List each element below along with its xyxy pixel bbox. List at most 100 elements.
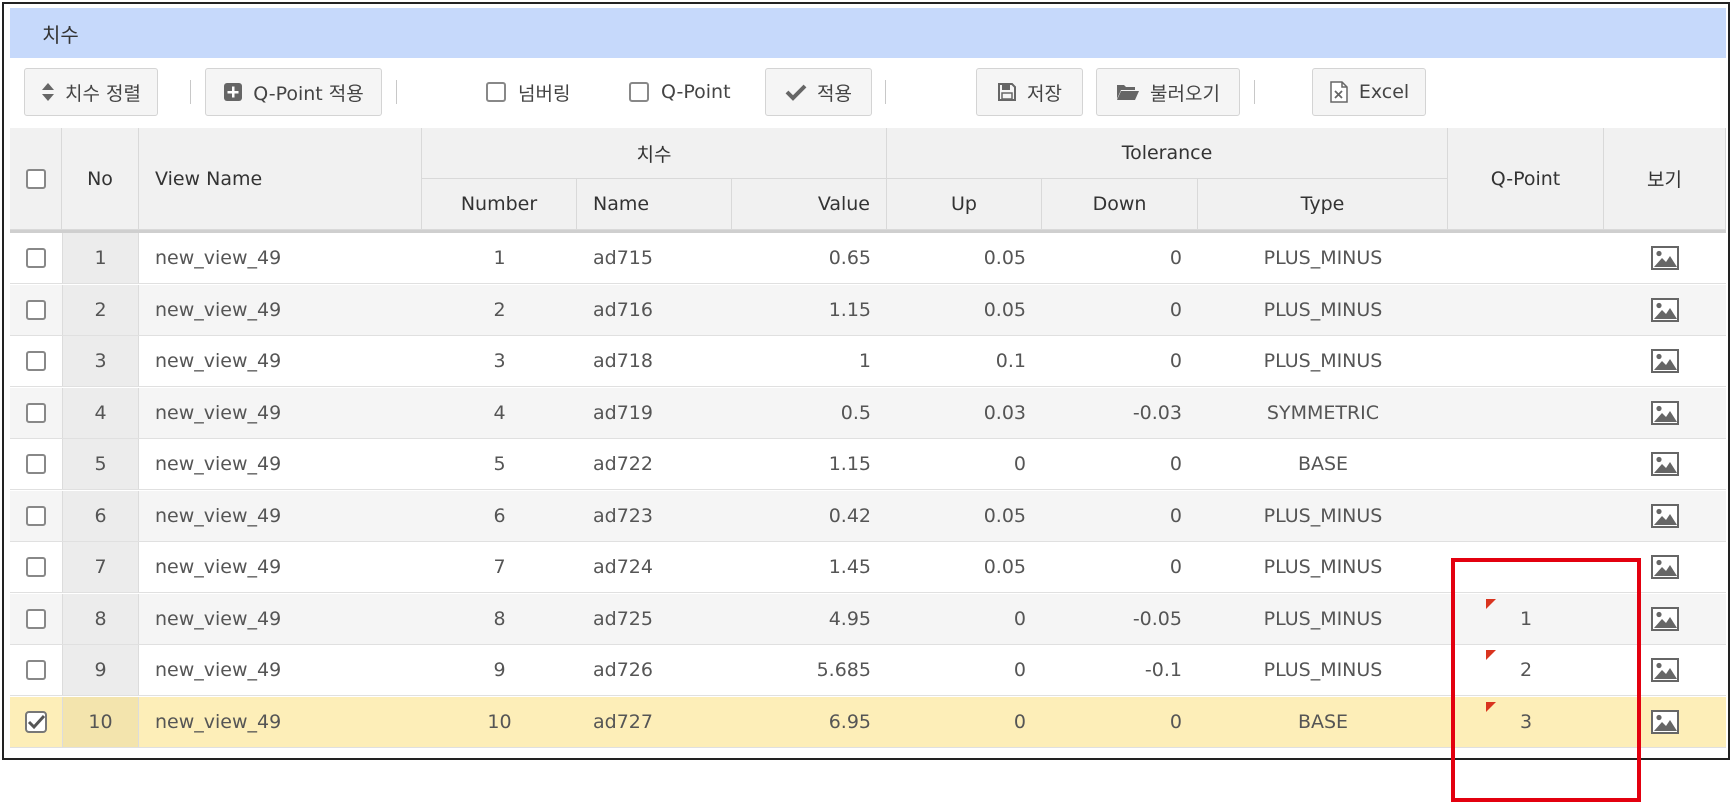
tolerance-up-cell: 0 xyxy=(1013,607,1026,630)
tolerance-up-cell: 0.03 xyxy=(983,401,1026,424)
header-number: Number xyxy=(422,179,577,230)
view-image-button[interactable] xyxy=(1604,439,1726,489)
tolerance-down-cell: 0 xyxy=(1169,453,1182,475)
view-image-button[interactable] xyxy=(1604,336,1726,386)
row-checkbox-cell[interactable] xyxy=(10,697,62,747)
table-row[interactable]: 6 new_view_49 6 ad723 0.42 0.05 0 PLUS_MINUS xyxy=(10,490,1726,542)
toolbar-divider xyxy=(885,80,886,104)
tolerance-down-cell: 0 xyxy=(1169,247,1182,269)
image-icon[interactable] xyxy=(1651,246,1679,270)
plus-square-icon xyxy=(223,82,243,102)
tolerance-type-cell: PLUS_MINUS xyxy=(1263,298,1383,321)
dimension-number-cell: 10 xyxy=(487,710,512,733)
header-up: Up xyxy=(887,179,1042,230)
view-image-button[interactable] xyxy=(1604,491,1726,541)
image-icon[interactable] xyxy=(1651,606,1679,631)
dimension-number-cell: 3 xyxy=(493,350,506,372)
qpoint-checkbox-box[interactable] xyxy=(629,82,649,102)
dimension-value-cell: 0.5 xyxy=(840,401,871,424)
dimension-value-cell: 5.685 xyxy=(816,659,871,681)
dimension-value-cell: 1 xyxy=(858,350,871,372)
checkmark-icon xyxy=(785,83,807,101)
row-checkbox-cell[interactable] xyxy=(10,336,62,386)
row-checkbox-cell[interactable] xyxy=(10,645,62,695)
tolerance-up-cell: 0 xyxy=(1013,659,1026,681)
dimension-name-cell: ad724 xyxy=(593,556,653,578)
row-checkbox-checked[interactable] xyxy=(25,710,47,733)
row-checkbox-cell[interactable] xyxy=(10,491,62,541)
numbering-checkbox[interactable]: 넘버링 xyxy=(486,68,570,116)
row-checkbox-cell[interactable] xyxy=(10,233,62,283)
numbering-checkbox-box[interactable] xyxy=(486,82,506,102)
row-checkbox[interactable] xyxy=(26,454,46,474)
qpoint-cell xyxy=(1448,439,1604,489)
view-image-button[interactable] xyxy=(1604,388,1726,438)
row-no-cell: 8 xyxy=(62,593,139,644)
row-checkbox-cell[interactable] xyxy=(10,285,62,335)
view-image-button[interactable] xyxy=(1604,233,1726,283)
row-no-cell: 5 xyxy=(62,439,139,489)
dimension-value-cell: 0.65 xyxy=(828,247,871,269)
image-icon[interactable] xyxy=(1651,709,1679,734)
apply-label: 적용 xyxy=(817,82,852,105)
select-all-checkbox[interactable] xyxy=(25,168,46,189)
row-checkbox[interactable] xyxy=(26,248,46,268)
save-button[interactable]: 저장 xyxy=(976,68,1083,116)
image-icon[interactable] xyxy=(1651,400,1679,425)
image-icon[interactable] xyxy=(1651,349,1679,373)
table-row[interactable]: 1 new_view_49 1 ad715 0.65 0.05 0 PLUS_MINUS xyxy=(10,233,1726,284)
apply-button[interactable]: 적용 xyxy=(765,68,872,116)
row-checkbox-cell[interactable] xyxy=(10,542,62,592)
load-button[interactable]: 불러오기 xyxy=(1096,68,1240,116)
qpoint-highlight-box xyxy=(1451,558,1641,802)
header-view-name: View Name xyxy=(139,128,422,230)
row-checkbox[interactable] xyxy=(26,557,46,577)
qpoint-checkbox-label: Q-Point xyxy=(661,81,731,103)
row-checkbox[interactable] xyxy=(26,351,46,371)
view-image-button[interactable] xyxy=(1604,285,1726,335)
table-row[interactable]: 3 new_view_49 3 ad718 1 0.1 0 PLUS_MINUS xyxy=(10,336,1726,387)
excel-label: Excel xyxy=(1358,81,1410,103)
tolerance-up-cell: 0.05 xyxy=(983,504,1026,527)
row-checkbox[interactable] xyxy=(26,402,46,423)
tolerance-type-cell: BASE xyxy=(1297,453,1349,475)
table-row[interactable]: 2 new_view_49 2 ad716 1.15 0.05 0 PLUS_MINUS xyxy=(10,284,1726,336)
table-row[interactable]: 4 new_view_49 4 ad719 0.5 0.03 -0.03 SYMMETRIC xyxy=(10,387,1726,439)
row-checkbox-cell[interactable] xyxy=(10,594,62,644)
row-checkbox[interactable] xyxy=(26,608,46,629)
dimension-value-cell: 1.15 xyxy=(828,453,871,475)
row-checkbox[interactable] xyxy=(26,660,46,680)
image-icon[interactable] xyxy=(1651,297,1679,322)
row-checkbox-cell[interactable] xyxy=(10,388,62,438)
qpoint-checkbox[interactable]: Q-Point xyxy=(629,68,731,116)
view-name-cell: new_view_49 xyxy=(155,659,282,681)
table-row[interactable]: 5 new_view_49 5 ad722 1.15 0 0 BASE xyxy=(10,439,1726,490)
tolerance-type-cell: PLUS_MINUS xyxy=(1263,607,1383,630)
dimension-number-cell: 7 xyxy=(493,556,506,578)
qpoint-apply-button[interactable]: Q-Point 적용 xyxy=(205,68,382,116)
row-checkbox-cell[interactable] xyxy=(10,439,62,489)
header-type: Type xyxy=(1198,179,1448,230)
dimension-name-cell: ad719 xyxy=(593,401,653,424)
image-icon[interactable] xyxy=(1651,555,1679,579)
header-value: Value xyxy=(732,179,887,230)
tolerance-type-cell: PLUS_MINUS xyxy=(1263,556,1383,578)
dimension-number-cell: 1 xyxy=(493,247,506,269)
tolerance-down-cell: 0 xyxy=(1169,710,1182,733)
image-icon[interactable] xyxy=(1651,658,1679,682)
row-no-cell: 9 xyxy=(62,645,139,695)
excel-file-icon xyxy=(1329,81,1349,103)
view-name-cell: new_view_49 xyxy=(155,350,282,372)
qpoint-apply-label: Q-Point 적용 xyxy=(253,82,364,105)
tolerance-down-cell: 0 xyxy=(1169,350,1182,372)
excel-export-button[interactable]: Excel xyxy=(1312,68,1426,116)
load-label: 불러오기 xyxy=(1150,82,1220,105)
image-icon[interactable] xyxy=(1651,503,1679,528)
dimension-number-cell: 2 xyxy=(493,298,506,321)
view-name-cell: new_view_49 xyxy=(155,401,282,424)
row-checkbox[interactable] xyxy=(26,505,46,526)
image-icon[interactable] xyxy=(1651,452,1679,476)
row-checkbox[interactable] xyxy=(26,299,46,320)
sort-dimensions-button[interactable]: 치수 정렬 xyxy=(24,68,158,116)
tolerance-down-cell: -0.1 xyxy=(1144,659,1182,681)
